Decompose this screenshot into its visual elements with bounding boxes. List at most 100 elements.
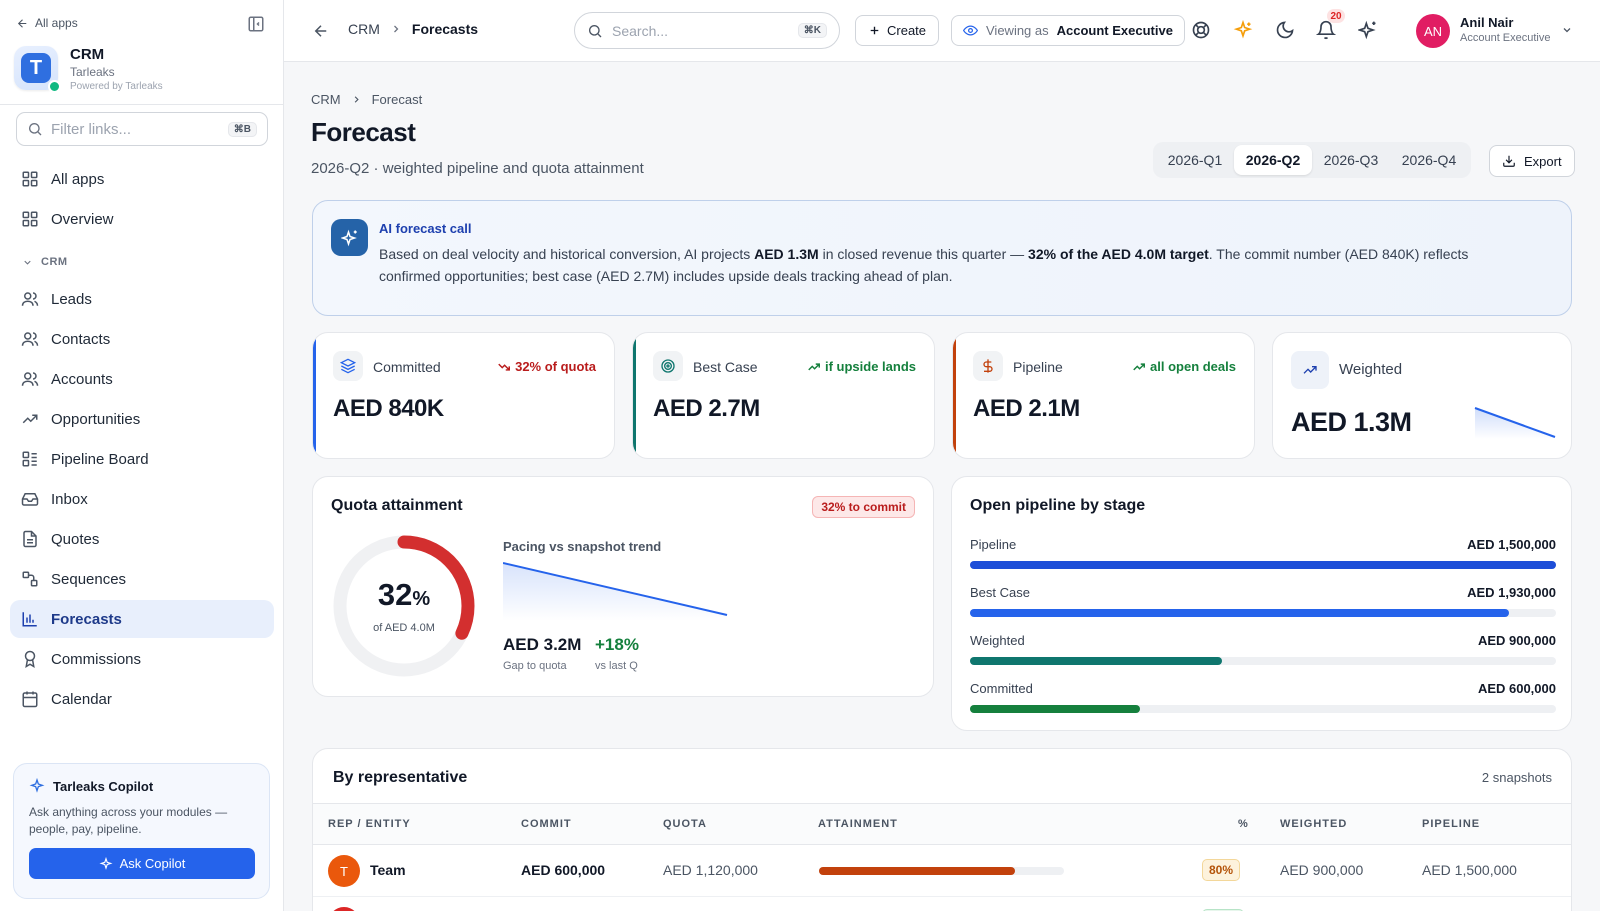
sparkle-icon bbox=[340, 229, 357, 246]
kpi-value: AED 1.3M bbox=[1291, 407, 1412, 437]
column-header-weighted[interactable]: WEIGHTED bbox=[1280, 818, 1347, 830]
sidebar-item-quotes[interactable]: Quotes bbox=[10, 520, 274, 558]
table-row[interactable] bbox=[313, 897, 1571, 911]
column-header-quota[interactable]: QUOTA bbox=[663, 818, 707, 830]
copilot-description: Ask anything across your modules — peopl… bbox=[29, 805, 228, 836]
ai-forecast-body: Based on deal velocity and historical co… bbox=[379, 243, 1529, 287]
global-search-input[interactable]: Search... ⌘K bbox=[574, 12, 840, 49]
sidebar-item-contacts[interactable]: Contacts bbox=[10, 320, 274, 358]
column-header-commit[interactable]: COMMIT bbox=[521, 818, 572, 830]
export-label: Export bbox=[1524, 153, 1562, 169]
status-badge: 32% to commit bbox=[812, 496, 915, 518]
users-icon bbox=[21, 332, 39, 346]
sidebar-item-leads[interactable]: Leads bbox=[10, 280, 274, 318]
kpi-card-weighted[interactable]: Weighted AED 1.3M bbox=[1272, 332, 1572, 459]
brand-logo: T bbox=[14, 46, 61, 93]
tab-2026-q3[interactable]: 2026-Q3 bbox=[1312, 145, 1390, 175]
sidebar-item-label: Commissions bbox=[51, 650, 142, 668]
sidebar-item-commissions[interactable]: Commissions bbox=[10, 640, 274, 678]
viewing-as-selector[interactable]: Viewing as Account Executive bbox=[951, 15, 1185, 46]
sparkle-icon bbox=[29, 778, 45, 793]
users-icon bbox=[21, 292, 39, 306]
kpi-label: Best Case bbox=[693, 359, 758, 375]
kpi-trend: all open deals bbox=[1132, 359, 1236, 374]
sidebar-item-accounts[interactable]: Accounts bbox=[10, 360, 274, 398]
sidebar-item-label: Contacts bbox=[51, 330, 111, 348]
tab-2026-q2[interactable]: 2026-Q2 bbox=[1234, 145, 1312, 175]
attainment-fill bbox=[819, 867, 1015, 875]
delta-label: vs last Q bbox=[595, 660, 638, 672]
rep-pipeline: AED 1,500,000 bbox=[1422, 862, 1517, 878]
kpi-value: AED 2.7M bbox=[653, 395, 760, 422]
user-role: Account Executive bbox=[1460, 32, 1551, 44]
sidebar-item-pipeline-board[interactable]: Pipeline Board bbox=[10, 440, 274, 478]
sidebar-item-label: All apps bbox=[51, 170, 105, 188]
status-dot bbox=[48, 80, 61, 93]
user-info[interactable]: Anil Nair Account Executive bbox=[1460, 15, 1551, 44]
kpi-trend-text: all open deals bbox=[1150, 359, 1236, 374]
breadcrumb-current: Forecasts bbox=[411, 21, 479, 37]
breadcrumb-root[interactable]: CRM bbox=[348, 21, 380, 37]
back-arrow-icon[interactable] bbox=[312, 22, 330, 40]
kpi-card-best-case[interactable]: Best Case if upside lands AED 2.7M bbox=[632, 332, 935, 459]
kpi-value: AED 840K bbox=[333, 395, 444, 422]
search-icon bbox=[589, 24, 602, 37]
page-breadcrumb-root[interactable]: CRM bbox=[311, 92, 341, 107]
tab-2026-q1[interactable]: 2026-Q1 bbox=[1156, 145, 1234, 175]
user-name: Anil Nair bbox=[1460, 15, 1514, 30]
layers-icon bbox=[340, 358, 356, 374]
chevron-right-icon bbox=[393, 25, 399, 33]
trend-up-icon bbox=[808, 362, 820, 370]
pipeline-by-stage-card: Open pipeline by stage Pipeline AED 1,50… bbox=[951, 476, 1572, 731]
sidebar-section-crm[interactable]: CRM bbox=[22, 256, 68, 268]
sidebar-item-opportunities[interactable]: Opportunities bbox=[10, 400, 274, 438]
sidebar-item-inbox[interactable]: Inbox bbox=[10, 480, 274, 518]
column-header-rep[interactable]: REP / ENTITY bbox=[328, 818, 411, 830]
sidebar-item-all-apps[interactable]: All apps bbox=[10, 160, 274, 198]
sidebar-collapse-icon[interactable] bbox=[247, 15, 265, 33]
kpi-trend: 32% of quota bbox=[497, 359, 596, 374]
sidebar-item-overview[interactable]: Overview bbox=[10, 200, 274, 238]
sidebar-item-sequences[interactable]: Sequences bbox=[10, 560, 274, 598]
page-breadcrumb-current: Forecast bbox=[371, 92, 423, 107]
ai-text: in closed revenue this quarter — bbox=[818, 246, 1029, 262]
ask-copilot-button[interactable]: Ask Copilot bbox=[29, 848, 255, 879]
filter-links-input[interactable]: Filter links... ⌘B bbox=[16, 112, 268, 146]
bell-icon[interactable] bbox=[1316, 20, 1336, 40]
calendar-icon bbox=[22, 691, 38, 708]
search-icon bbox=[29, 123, 42, 136]
sequence-icon bbox=[22, 571, 38, 587]
tab-2026-q4[interactable]: 2026-Q4 bbox=[1390, 145, 1468, 175]
stage-fill bbox=[970, 705, 1140, 713]
kpi-accent-bar bbox=[953, 333, 956, 458]
back-to-all-apps-link[interactable]: All apps bbox=[16, 16, 78, 30]
sidebar-item-calendar[interactable]: Calendar bbox=[10, 680, 274, 718]
ai-sparkles-icon[interactable] bbox=[1358, 20, 1378, 40]
stage-label: Weighted bbox=[970, 633, 1025, 648]
kpi-icon-wrap bbox=[653, 351, 683, 381]
filter-placeholder: Filter links... bbox=[51, 120, 132, 138]
kpi-card-pipeline[interactable]: Pipeline all open deals AED 2.1M bbox=[952, 332, 1255, 459]
column-header-percent[interactable]: % bbox=[1238, 818, 1249, 830]
help-icon[interactable] bbox=[1191, 20, 1211, 40]
sidebar-item-label: Sequences bbox=[51, 570, 127, 588]
table-row[interactable]: T Team AED 600,000 AED 1,120,000 80% AED… bbox=[313, 845, 1571, 897]
column-header-pipeline[interactable]: PIPELINE bbox=[1422, 818, 1480, 830]
chevron-down-icon[interactable] bbox=[1561, 24, 1573, 36]
create-button[interactable]: Create bbox=[855, 15, 940, 46]
gap-value: AED 3.2M bbox=[503, 635, 582, 654]
moon-icon[interactable] bbox=[1275, 20, 1295, 40]
export-button[interactable]: Export bbox=[1489, 145, 1575, 177]
attainment-track bbox=[819, 867, 1064, 875]
sidebar-item-forecasts[interactable]: Forecasts bbox=[10, 600, 274, 638]
kpi-card-committed[interactable]: Committed 32% of quota AED 840K bbox=[312, 332, 615, 459]
sidebar-item-label: Inbox bbox=[51, 490, 88, 508]
sparkle-icon[interactable] bbox=[1233, 20, 1253, 40]
stage-row-pipeline: Pipeline AED 1,500,000 bbox=[970, 537, 1556, 569]
sidebar-item-label: Accounts bbox=[51, 370, 113, 388]
column-header-attainment[interactable]: ATTAINMENT bbox=[818, 818, 898, 830]
avatar[interactable]: AN bbox=[1416, 14, 1450, 48]
powered-by: Powered by Tarleaks bbox=[70, 81, 163, 92]
breadcrumb: CRM Forecasts bbox=[348, 21, 478, 37]
stage-track bbox=[970, 705, 1556, 713]
